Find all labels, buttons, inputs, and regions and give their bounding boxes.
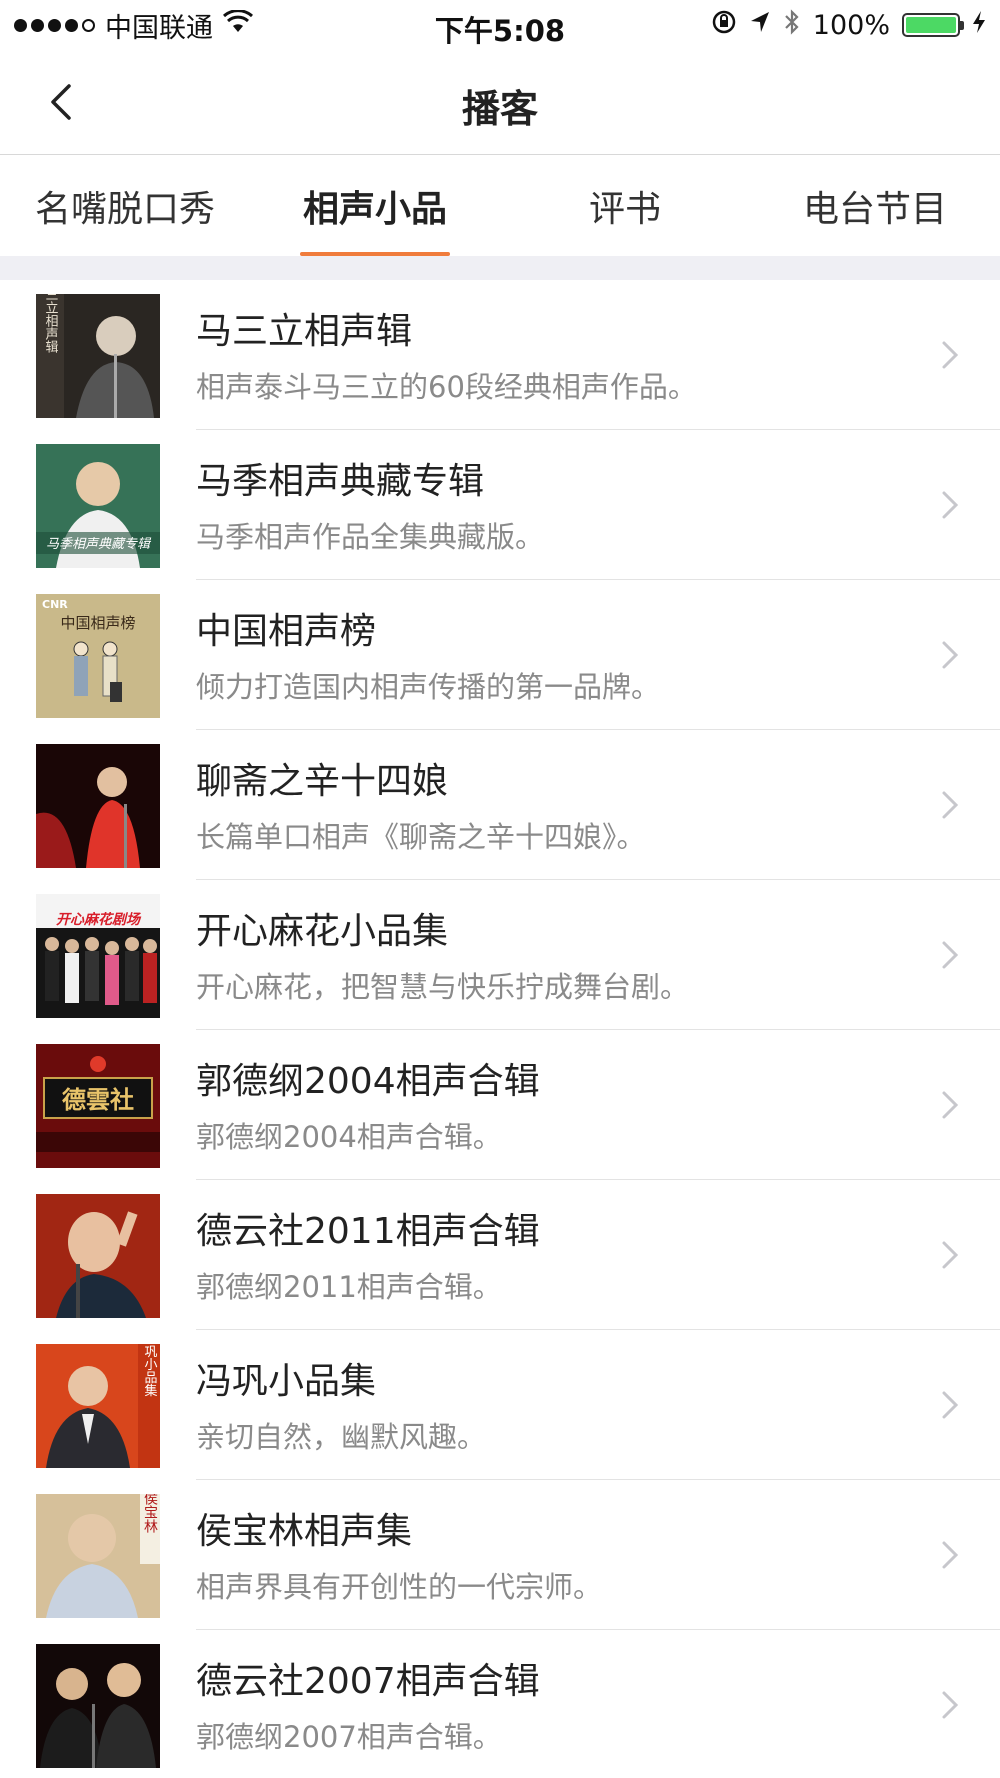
item-title: 德云社2007相声合辑 — [196, 1661, 540, 1702]
item-description: 倾力打造国内相声传播的第一品牌。 — [196, 670, 661, 704]
bluetooth-icon — [783, 8, 801, 43]
cover-image: CNR 中国相声榜 — [36, 594, 160, 718]
cover-text: 中国相声榜 — [60, 614, 135, 632]
battery-icon — [902, 13, 964, 37]
tab-radio-programs[interactable]: 电台节目 — [750, 156, 1000, 256]
item-title: 开心麻花小品集 — [196, 911, 449, 952]
item-title: 马季相声典藏专辑 — [196, 461, 485, 502]
list-item[interactable]: 马季相声典藏专辑 马季相声典藏专辑 马季相声作品全集典藏版。 — [0, 430, 1000, 580]
item-description: 相声泰斗马三立的60段经典相声作品。 — [196, 370, 697, 404]
category-tabs: 名嘴脱口秀 相声小品 评书 电台节目 — [0, 156, 1000, 256]
orientation-lock-icon — [711, 9, 737, 42]
cover-text: 侯宝林 — [142, 1494, 158, 1533]
chevron-right-icon — [930, 1685, 970, 1725]
status-right: 100% — [711, 8, 986, 42]
section-gap — [0, 256, 1000, 280]
chevron-right-icon — [930, 1535, 970, 1575]
chevron-right-icon — [930, 785, 970, 825]
cover-image — [36, 744, 160, 868]
list-item[interactable]: 聊斋之辛十四娘 长篇单口相声《聊斋之辛十四娘》。 — [0, 730, 1000, 880]
tab-talk-show[interactable]: 名嘴脱口秀 — [0, 156, 250, 256]
cover-image — [36, 1644, 160, 1768]
item-title: 中国相声榜 — [196, 611, 377, 652]
cover-text: 马季相声典藏专辑 — [46, 537, 152, 552]
item-description: 马季相声作品全集典藏版。 — [196, 520, 545, 554]
chevron-right-icon — [930, 1235, 970, 1275]
item-description: 长篇单口相声《聊斋之辛十四娘》。 — [196, 820, 646, 854]
cover-text: 马三立相声辑 — [43, 294, 59, 353]
chevron-right-icon — [930, 635, 970, 675]
cover-image: 德雲社 — [36, 1044, 160, 1168]
cover-image — [36, 1194, 160, 1318]
svg-text:CNR: CNR — [42, 598, 68, 611]
cover-text: 冯巩小品集 — [142, 1344, 158, 1397]
cover-image: 侯宝林 — [36, 1494, 160, 1618]
tab-crosstalk-sketch[interactable]: 相声小品 — [250, 156, 500, 256]
battery-percent: 100% — [812, 9, 890, 41]
item-title: 德云社2011相声合辑 — [196, 1211, 540, 1252]
cover-image: 马季相声典藏专辑 — [36, 444, 160, 568]
cover-image: 马三立相声辑 — [36, 294, 160, 418]
item-title: 郭德纲2004相声合辑 — [196, 1061, 540, 1102]
tab-label: 评书 — [588, 189, 661, 230]
item-description: 郭德纲2004相声合辑。 — [196, 1120, 502, 1154]
status-bar: 中国联通 下午5:08 100% — [0, 0, 1000, 50]
item-title: 聊斋之辛十四娘 — [196, 761, 449, 802]
item-description: 郭德纲2007相声合辑。 — [196, 1720, 502, 1754]
tab-storytelling[interactable]: 评书 — [500, 156, 750, 256]
tab-label: 电台节目 — [802, 189, 947, 230]
list-item[interactable]: 德雲社 郭德纲2004相声合辑 郭德纲2004相声合辑。 — [0, 1030, 1000, 1180]
chevron-right-icon — [930, 335, 970, 375]
item-title: 马三立相声辑 — [196, 311, 413, 352]
item-description: 开心麻花，把智慧与快乐拧成舞台剧。 — [196, 970, 690, 1004]
list-item[interactable]: 德云社2011相声合辑 郭德纲2011相声合辑。 — [0, 1180, 1000, 1330]
chevron-right-icon — [930, 1085, 970, 1125]
item-description: 郭德纲2011相声合辑。 — [196, 1270, 502, 1304]
chevron-right-icon — [930, 485, 970, 525]
chevron-right-icon — [930, 935, 970, 975]
cover-text: 德雲社 — [62, 1085, 134, 1114]
cover-text: 开心麻花剧场 — [56, 911, 142, 928]
list-item[interactable]: 侯宝林 侯宝林相声集 相声界具有开创性的一代宗师。 — [0, 1480, 1000, 1630]
page-title: 播客 — [461, 87, 538, 131]
chevron-right-icon — [930, 1385, 970, 1425]
item-title: 侯宝林相声集 — [196, 1511, 413, 1552]
list-item[interactable]: CNR 中国相声榜 中国相声榜 倾力打造国内相声传播的第一品牌。 — [0, 580, 1000, 730]
cover-image: 冯巩小品集 — [36, 1344, 160, 1468]
list-item[interactable]: 开心麻花剧场 开心麻花小品集 开心麻花，把智慧与快乐拧成舞台剧。 — [0, 880, 1000, 1030]
podcast-list: 马三立相声辑 马三立相声辑 相声泰斗马三立的60段经典相声作品。 马季相声典藏专… — [0, 280, 1000, 1778]
list-item[interactable]: 德云社2007相声合辑 郭德纲2007相声合辑。 — [0, 1630, 1000, 1778]
tab-label: 相声小品 — [302, 189, 447, 230]
cover-image: 开心麻花剧场 — [36, 894, 160, 1018]
item-title: 冯巩小品集 — [196, 1361, 377, 1402]
list-item[interactable]: 冯巩小品集 冯巩小品集 亲切自然，幽默风趣。 — [0, 1330, 1000, 1480]
location-arrow-icon — [749, 10, 771, 41]
list-item[interactable]: 马三立相声辑 马三立相声辑 相声泰斗马三立的60段经典相声作品。 — [0, 280, 1000, 430]
item-description: 亲切自然，幽默风趣。 — [196, 1420, 487, 1454]
charging-bolt-icon — [972, 10, 986, 41]
navigation-bar: 播客 — [0, 50, 1000, 155]
tab-label: 名嘴脱口秀 — [34, 189, 215, 230]
item-description: 相声界具有开创性的一代宗师。 — [196, 1570, 603, 1604]
